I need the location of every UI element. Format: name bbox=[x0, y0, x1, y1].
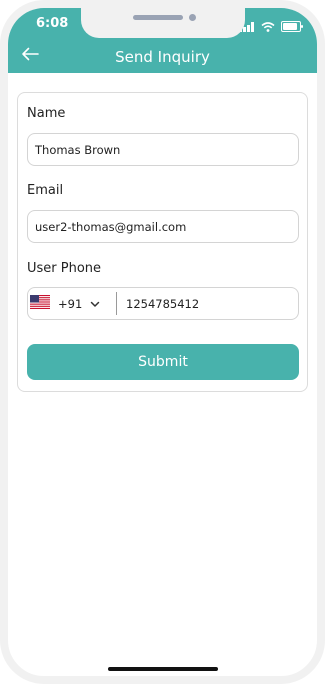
battery-icon bbox=[281, 21, 303, 32]
phone-frame: 6:08 Send Inquiry Name Thomas Brown Emai… bbox=[0, 0, 325, 684]
submit-button[interactable]: Submit bbox=[27, 344, 299, 380]
app-header: 6:08 Send Inquiry bbox=[8, 8, 317, 73]
name-label: Name bbox=[27, 106, 66, 121]
phone-field: +91 1254785412 bbox=[27, 287, 299, 320]
country-code: +91 bbox=[58, 296, 83, 311]
email-field[interactable]: user2-thomas@gmail.com bbox=[27, 210, 299, 243]
page-title: Send Inquiry bbox=[115, 48, 210, 66]
email-label: Email bbox=[27, 183, 64, 198]
email-value: user2-thomas@gmail.com bbox=[35, 219, 187, 234]
speaker-grille bbox=[132, 15, 183, 20]
home-indicator bbox=[107, 667, 218, 671]
inquiry-form-card: Name Thomas Brown Email user2-thomas@gma… bbox=[17, 92, 308, 392]
phone-number-input[interactable]: 1254785412 bbox=[126, 297, 199, 311]
phone-divider bbox=[116, 292, 117, 315]
chevron-down-icon bbox=[90, 297, 100, 311]
status-icons bbox=[239, 17, 303, 36]
device-notch bbox=[80, 8, 245, 38]
name-value: Thomas Brown bbox=[35, 142, 121, 157]
phone-label: User Phone bbox=[27, 261, 102, 276]
wifi-icon bbox=[261, 17, 275, 36]
country-code-select[interactable]: +91 bbox=[28, 288, 116, 319]
name-field[interactable]: Thomas Brown bbox=[27, 133, 299, 166]
status-time: 6:08 bbox=[36, 16, 69, 31]
us-flag-icon bbox=[30, 295, 50, 312]
front-camera bbox=[188, 14, 196, 21]
